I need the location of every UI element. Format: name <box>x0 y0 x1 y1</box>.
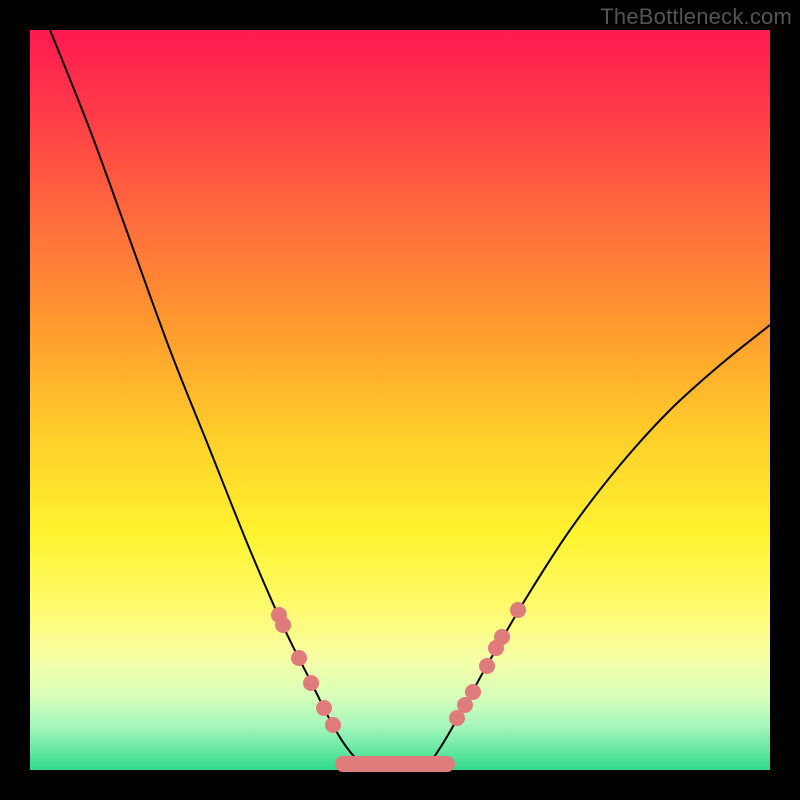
marker-right-2 <box>465 684 481 700</box>
marker-left-3 <box>303 675 319 691</box>
marker-left-2 <box>291 650 307 666</box>
marker-right-3 <box>479 658 495 674</box>
bottleneck-curve <box>50 30 770 767</box>
marker-right-5 <box>494 629 510 645</box>
marker-right-6 <box>510 602 526 618</box>
bottom-lozenge-layer <box>335 756 455 772</box>
outer-frame: TheBottleneck.com <box>0 0 800 800</box>
watermark-text: TheBottleneck.com <box>600 4 792 30</box>
curve-layer <box>50 30 770 767</box>
chart-svg <box>30 30 770 770</box>
marker-left-4 <box>316 700 332 716</box>
marker-left-5 <box>325 717 341 733</box>
marker-layer <box>271 602 526 733</box>
bottom-lozenge <box>335 756 455 772</box>
marker-left-1 <box>275 617 291 633</box>
